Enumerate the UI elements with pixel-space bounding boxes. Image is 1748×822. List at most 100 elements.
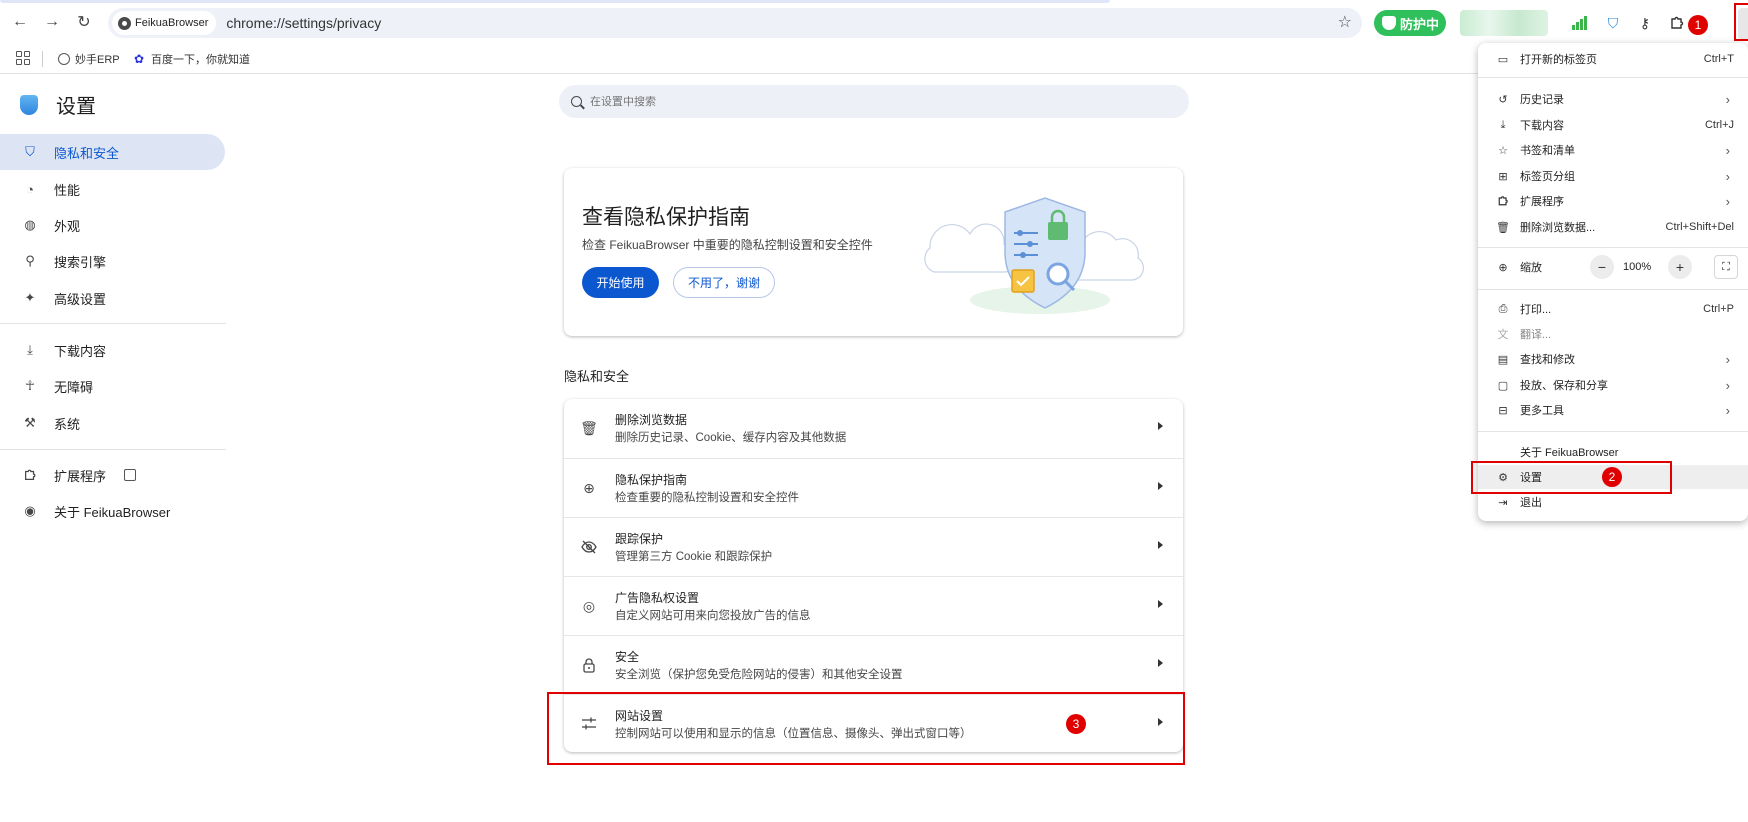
zoom-out-button[interactable]: − bbox=[1590, 255, 1614, 279]
menu-separator bbox=[1478, 247, 1748, 248]
protection-status-pill[interactable]: 防护中 bbox=[1374, 10, 1446, 36]
menu-item-label: 标签页分组 bbox=[1520, 171, 1575, 183]
menu-item-label: 更多工具 bbox=[1520, 405, 1564, 417]
chevron-right-icon bbox=[1158, 482, 1163, 490]
menu-item-tab-groups[interactable]: ⊞ 标签页分组 › bbox=[1478, 164, 1748, 188]
sidebar-item-label: 高级设置 bbox=[54, 291, 107, 307]
chevron-right-icon bbox=[1158, 600, 1163, 608]
bookmark-label: 妙手ERP bbox=[75, 54, 120, 66]
settings-search[interactable] bbox=[559, 85, 1189, 118]
page-title: 设置 bbox=[56, 96, 96, 118]
menu-item-label: 缩放 bbox=[1520, 262, 1542, 274]
menu-item-extensions[interactable]: 扩展程序 › bbox=[1478, 189, 1748, 213]
sidebar-item-extensions[interactable]: 扩展程序 bbox=[0, 457, 225, 493]
origin-chip[interactable]: FeikuaBrowser bbox=[112, 11, 217, 35]
protection-status-label: 防护中 bbox=[1400, 16, 1440, 32]
bookmark-item[interactable]: 妙手ERP bbox=[58, 50, 120, 68]
toolbox-icon: ⊟ bbox=[1498, 404, 1508, 417]
download-icon: ⤓ bbox=[27, 342, 33, 357]
sidebar-item-label: 下载内容 bbox=[54, 343, 107, 359]
menu-separator bbox=[1478, 431, 1748, 432]
menu-item-translate[interactable]: 文 翻译... bbox=[1478, 322, 1748, 346]
chevron-right-icon bbox=[1158, 422, 1163, 430]
row-title: 安全 bbox=[615, 650, 640, 664]
reload-button[interactable]: ↻ bbox=[72, 10, 96, 34]
sparkle-icon: ✦ bbox=[24, 290, 36, 305]
menu-item-history[interactable]: ↺ 历史记录 › bbox=[1478, 87, 1748, 111]
chevron-right-icon: › bbox=[1725, 351, 1730, 367]
settings-row-tracking-protection[interactable]: 跟踪保护 管理第三方 Cookie 和跟踪保护 bbox=[564, 517, 1183, 576]
menu-item-more-tools[interactable]: ⊟ 更多工具 › bbox=[1478, 398, 1748, 422]
highlight-box-site-settings bbox=[547, 692, 1185, 765]
shield-extension-button[interactable]: ⛉ bbox=[1602, 12, 1624, 34]
zoom-level: 100% bbox=[1623, 261, 1652, 273]
grid-icon: ⊞ bbox=[1498, 170, 1508, 183]
new-tab-icon: ▭ bbox=[1497, 53, 1509, 66]
menu-item-downloads[interactable]: ⤓ 下载内容 Ctrl+J bbox=[1478, 113, 1748, 137]
menu-item-label: 书签和清单 bbox=[1520, 145, 1575, 157]
apps-grid-icon[interactable] bbox=[16, 51, 30, 65]
menu-item-bookmarks[interactable]: ☆ 书签和清单 › bbox=[1478, 138, 1748, 162]
key-icon: ⚷ bbox=[1639, 14, 1651, 31]
extensions-button[interactable] bbox=[1666, 12, 1688, 34]
sidebar-item-system[interactable]: ⚒ 系统 bbox=[0, 405, 225, 441]
blurred-extension-area bbox=[1460, 10, 1548, 36]
row-title: 跟踪保护 bbox=[615, 532, 664, 546]
menu-item-new-tab[interactable]: ▭ 打开新的标签页 Ctrl+T bbox=[1478, 47, 1748, 71]
accessibility-icon: ☥ bbox=[25, 378, 35, 393]
trash-icon: 🗑︎ bbox=[1496, 221, 1510, 234]
fullscreen-button[interactable]: ⛶ bbox=[1714, 255, 1738, 279]
back-button[interactable]: ← bbox=[8, 10, 32, 34]
sidebar-item-privacy[interactable]: ⛉ 隐私和安全 bbox=[0, 134, 225, 170]
menu-item-label: 退出 bbox=[1520, 497, 1542, 509]
signal-bars-icon bbox=[1571, 16, 1587, 30]
get-started-button[interactable]: 开始使用 bbox=[582, 267, 659, 298]
no-thanks-button[interactable]: 不用了，谢谢 bbox=[673, 267, 775, 298]
baidu-paw-icon: ✿ bbox=[134, 52, 145, 66]
chevron-right-icon: › bbox=[1725, 168, 1730, 184]
chevron-right-icon: › bbox=[1725, 91, 1730, 107]
sidebar-item-downloads[interactable]: ⤓ 下载内容 bbox=[0, 332, 225, 368]
wrench-icon: ⚒ bbox=[24, 415, 36, 430]
forward-button[interactable]: → bbox=[40, 10, 64, 34]
sidebar-item-search-engine[interactable]: ⚲ 搜索引擎 bbox=[0, 243, 225, 279]
bookmark-label: 百度一下，你就知道 bbox=[151, 54, 250, 66]
password-key-button[interactable]: ⚷ bbox=[1634, 12, 1656, 34]
search-input[interactable] bbox=[590, 95, 1150, 108]
bookmarks-separator bbox=[42, 51, 43, 67]
address-bar[interactable]: FeikuaBrowser chrome://settings/privacy … bbox=[108, 8, 1362, 38]
sidebar-item-performance[interactable]: ◔ 性能 bbox=[0, 171, 225, 207]
url-text[interactable]: chrome://settings/privacy bbox=[226, 15, 381, 31]
privacy-guide-card: 查看隐私保护指南 检查 FeikuaBrowser 中重要的隐私控制设置和安全控… bbox=[564, 168, 1183, 336]
chevron-right-icon bbox=[1158, 659, 1163, 667]
puzzle-icon bbox=[1671, 16, 1684, 29]
settings-row-privacy-guide[interactable]: ⊕ 隐私保护指南 检查重要的隐私控制设置和安全控件 bbox=[564, 458, 1183, 517]
search-icon bbox=[571, 96, 582, 107]
globe-icon bbox=[58, 53, 70, 65]
settings-row-security[interactable]: 安全 安全浏览（保护您免受危险网站的侵害）和其他安全设置 bbox=[564, 635, 1183, 694]
zoom-icon: ⊕ bbox=[1498, 261, 1508, 274]
signal-extension-button[interactable] bbox=[1568, 12, 1590, 34]
menu-item-cast-save-share[interactable]: ▢ 投放、保存和分享 › bbox=[1478, 373, 1748, 397]
settings-row-ad-privacy[interactable]: ◎ 广告隐私权设置 自定义网站可用来向您投放广告的信息 bbox=[564, 576, 1183, 635]
sidebar-item-accessibility[interactable]: ☥ 无障碍 bbox=[0, 368, 225, 404]
menu-item-find[interactable]: ▤ 查找和修改 › bbox=[1478, 347, 1748, 371]
printer-icon: ⎙ bbox=[1498, 302, 1508, 315]
menu-item-label: 打印... bbox=[1520, 304, 1552, 316]
sidebar-item-advanced[interactable]: ✦ 高级设置 bbox=[0, 280, 225, 316]
tab-strip bbox=[0, 0, 1110, 3]
menu-item-label: 下载内容 bbox=[1520, 120, 1564, 132]
bookmark-item[interactable]: ✿ 百度一下，你就知道 bbox=[134, 50, 250, 68]
highlight-box-menu-button bbox=[1734, 3, 1748, 41]
bookmark-star-icon[interactable]: ☆ bbox=[1338, 12, 1352, 32]
guide-description: 检查 FeikuaBrowser 中重要的隐私控制设置和安全控件 bbox=[582, 238, 873, 252]
row-subtitle: 检查重要的隐私控制设置和安全控件 bbox=[615, 492, 799, 504]
eye-off-icon bbox=[580, 538, 598, 556]
settings-row-clear-data[interactable]: 🗑︎ 删除浏览数据 删除历史记录、Cookie、缓存内容及其他数据 bbox=[564, 399, 1183, 458]
menu-item-clear-data[interactable]: 🗑︎ 删除浏览数据... Ctrl+Shift+Del bbox=[1478, 215, 1748, 239]
zoom-in-button[interactable]: + bbox=[1668, 255, 1692, 279]
menu-item-print[interactable]: ⎙ 打印... Ctrl+P bbox=[1478, 297, 1748, 321]
sidebar-item-about[interactable]: ◉ 关于 FeikuaBrowser bbox=[0, 493, 225, 529]
sidebar-divider bbox=[0, 323, 226, 324]
sidebar-item-appearance[interactable]: ◍ 外观 bbox=[0, 207, 225, 243]
